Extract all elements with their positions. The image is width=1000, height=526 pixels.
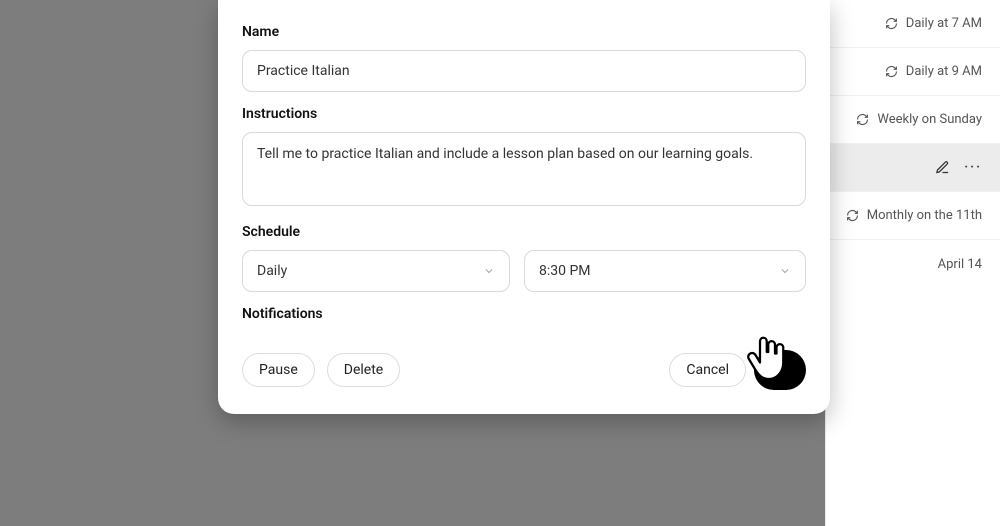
schedule-row-label: Daily at 7 AM	[906, 16, 982, 31]
refresh-icon	[885, 17, 898, 30]
schedule-row-active[interactable]: ···	[826, 144, 1000, 192]
chevron-down-icon	[779, 265, 791, 277]
schedule-row-label: April 14	[938, 257, 982, 272]
more-icon[interactable]: ···	[964, 160, 982, 175]
schedule-controls: Daily 8:30 PM	[242, 250, 806, 292]
chevron-down-icon	[483, 265, 495, 277]
refresh-icon	[885, 65, 898, 78]
cancel-button[interactable]: Cancel	[669, 353, 746, 387]
delete-button[interactable]: Delete	[327, 353, 400, 387]
name-input[interactable]	[242, 50, 806, 92]
refresh-icon	[846, 209, 859, 222]
schedule-row-label: Weekly on Sunday	[877, 112, 982, 127]
refresh-icon	[856, 113, 869, 126]
cursor-hand-icon	[742, 334, 790, 382]
schedule-row[interactable]: April 14	[826, 240, 1000, 288]
notifications-label: Notifications	[242, 306, 806, 322]
time-value: 8:30 PM	[539, 263, 591, 279]
time-select[interactable]: 8:30 PM	[524, 250, 806, 292]
schedule-row[interactable]: Weekly on Sunday	[826, 96, 1000, 144]
instructions-input[interactable]: Tell me to practice Italian and include …	[242, 132, 806, 206]
save-button[interactable]	[754, 350, 806, 390]
schedule-row[interactable]: Daily at 7 AM	[826, 0, 1000, 48]
name-label: Name	[242, 24, 806, 40]
frequency-select[interactable]: Daily	[242, 250, 510, 292]
schedule-row-label: Daily at 9 AM	[906, 64, 982, 79]
schedule-row[interactable]: Monthly on the 11th	[826, 192, 1000, 240]
schedule-row-label: Monthly on the 11th	[867, 208, 982, 223]
pencil-icon[interactable]	[935, 160, 950, 175]
instructions-label: Instructions	[242, 106, 806, 122]
pause-button[interactable]: Pause	[242, 353, 315, 387]
schedule-side-list: Daily at 7 AM Daily at 9 AM Weekly on Su…	[825, 0, 1000, 526]
dialog-actions: Pause Delete Cancel	[242, 350, 806, 390]
schedule-label: Schedule	[242, 224, 806, 240]
frequency-value: Daily	[257, 263, 287, 279]
edit-task-dialog: Name Instructions Tell me to practice It…	[218, 0, 830, 414]
schedule-row[interactable]: Daily at 9 AM	[826, 48, 1000, 96]
